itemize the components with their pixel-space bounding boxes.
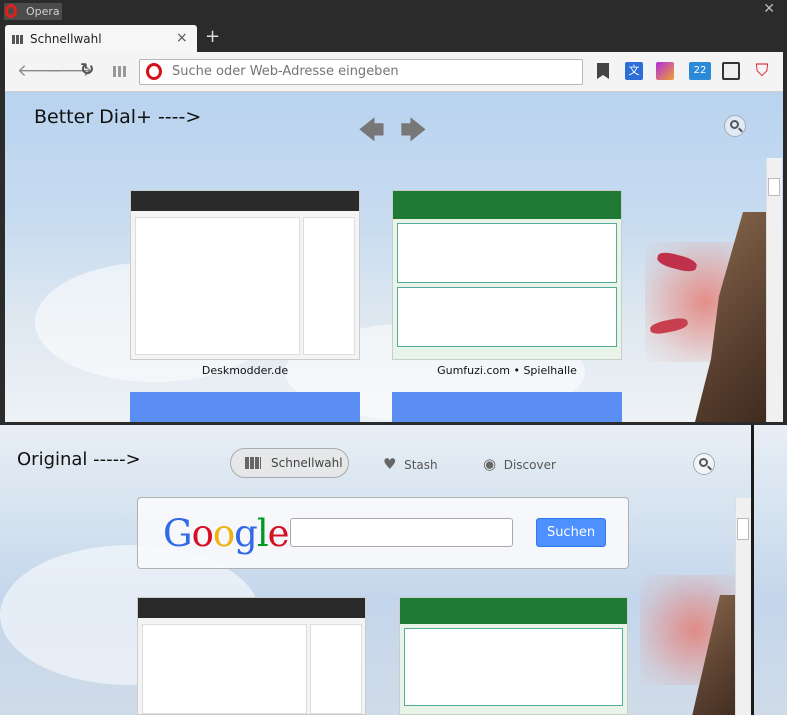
nav-label: Discover [503, 458, 556, 472]
window-title: Opera [26, 5, 60, 18]
tab-schnellwahl[interactable]: Schnellwahl [5, 25, 197, 54]
speed-dial-icon[interactable] [113, 66, 127, 77]
opera-o-icon [146, 63, 162, 80]
google-logo: Google [163, 512, 290, 555]
nav-discover[interactable]: ◉ Discover [483, 455, 556, 473]
scrollbar-thumb[interactable] [768, 178, 780, 196]
thumb-body [404, 628, 623, 706]
reload-icon[interactable]: ↻ [80, 60, 94, 80]
window-close-icon[interactable]: ✕ [763, 1, 775, 17]
google-search-input[interactable] [290, 518, 513, 547]
better-dial-annotation: Better Dial+ ----> [34, 106, 202, 128]
notes-icon[interactable] [722, 62, 740, 80]
new-tab-button[interactable]: + [205, 26, 220, 47]
calendar-icon[interactable]: 22 [689, 62, 711, 80]
previous-arrow-icon[interactable]: 🡄 [358, 112, 385, 156]
title-bar [0, 0, 787, 22]
translate-icon[interactable]: 文 [625, 62, 643, 80]
nav-stash[interactable]: ♥ Stash [383, 455, 438, 473]
dial-gumfuzi[interactable] [392, 190, 622, 360]
thumb-body [131, 211, 359, 359]
window-edge [751, 425, 754, 715]
tab-label: Schnellwahl [30, 32, 102, 46]
opera-logo-icon [5, 4, 17, 18]
thumb-header [400, 598, 627, 624]
scrollbar[interactable] [766, 158, 782, 422]
dial-deskmodder[interactable] [137, 597, 366, 715]
eye-icon: ◉ [483, 455, 497, 473]
bookmark-icon[interactable] [594, 62, 612, 80]
dial-placeholder[interactable] [130, 392, 360, 422]
next-arrow-icon[interactable]: 🡆 [400, 112, 427, 156]
scrollbar-thumb[interactable] [737, 518, 749, 540]
search-icon[interactable] [693, 453, 715, 475]
tab-close-icon[interactable]: × [176, 30, 188, 46]
thumb-header [138, 598, 365, 618]
nav-label: Schnellwahl [271, 456, 343, 470]
google-search-button[interactable]: Suchen [536, 518, 606, 547]
grid-icon [12, 35, 24, 44]
thumb-body [397, 223, 617, 283]
original-annotation: Original -----> [17, 449, 141, 470]
heart-icon: ♥ [383, 455, 397, 473]
url-input[interactable] [172, 64, 572, 79]
dial-deskmodder[interactable] [130, 190, 360, 360]
nav-label: Stash [404, 458, 438, 472]
thumb-header [131, 191, 359, 211]
extension-icon[interactable] [656, 62, 674, 80]
dial-label: Deskmodder.de [201, 364, 289, 377]
thumb-header [393, 191, 621, 219]
dial-gumfuzi[interactable] [399, 597, 628, 715]
google-logo-text: Google [163, 512, 290, 555]
grid-icon [245, 457, 261, 469]
dial-label: Gumfuzi.com • Spielhalle [437, 364, 577, 377]
ublock-icon[interactable]: ⛉ [753, 62, 771, 80]
thumb-body [138, 618, 365, 714]
search-icon[interactable] [724, 115, 746, 137]
dial-placeholder[interactable] [392, 392, 622, 422]
thumb-body [397, 287, 617, 347]
